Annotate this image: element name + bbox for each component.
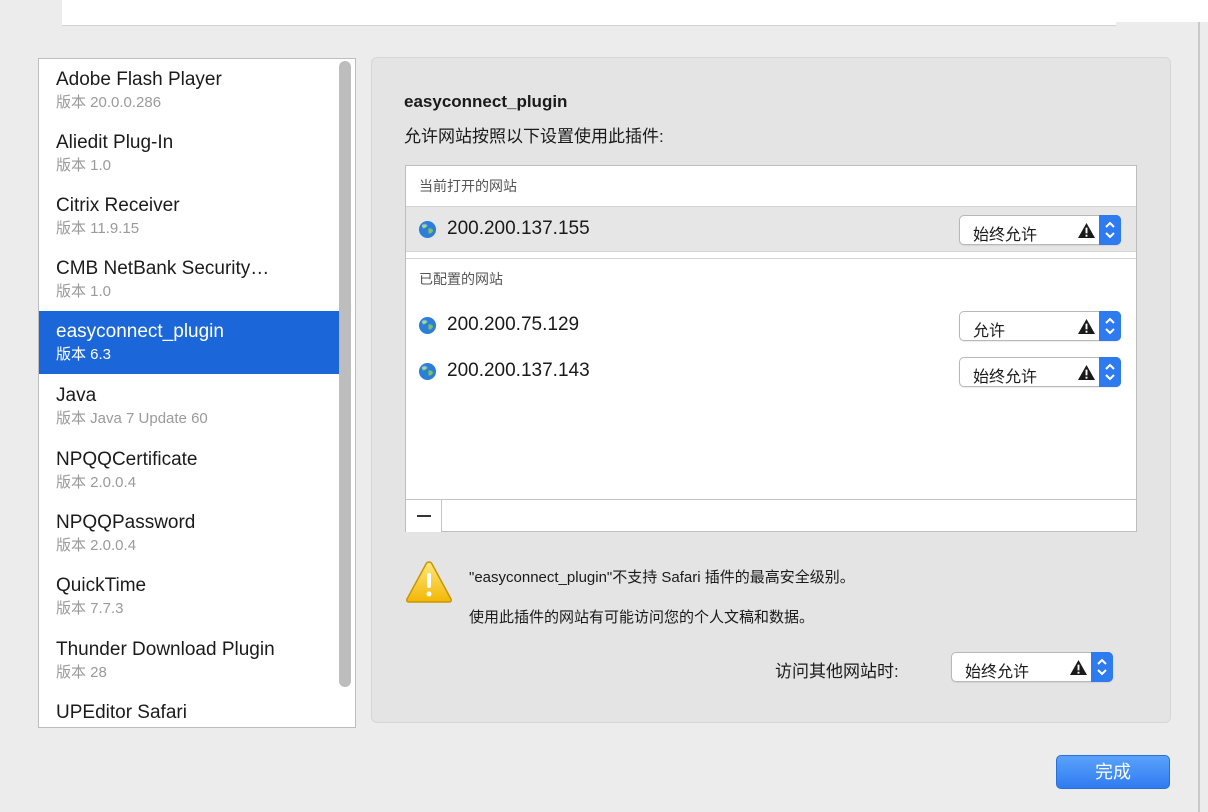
site-policy-select[interactable]: 允许 (959, 311, 1121, 341)
remove-site-button[interactable] (406, 500, 442, 532)
plugin-title: easyconnect_plugin (404, 92, 568, 111)
policy-value: 允许 (973, 323, 1006, 340)
globe-icon (418, 220, 437, 239)
warning-text-secondary: 使用此插件的网站有可能访问您的个人文稿和数据。 (469, 609, 815, 626)
plugin-item-easyconnect[interactable]: easyconnect_plugin 版本 6.3 (39, 311, 339, 374)
sites-table-footer (406, 499, 1136, 532)
plugin-item-citrix-receiver[interactable]: Citrix Receiver 版本 11.9.15 (39, 185, 339, 248)
plugin-version: 版本 Java 7 Update 60 (56, 410, 208, 427)
plugin-item-npqqpassword[interactable]: NPQQPassword 版本 2.0.0.4 (39, 502, 339, 565)
plugin-version: 版本 28 (56, 664, 107, 681)
warning-triangle-icon (1070, 659, 1087, 676)
plugin-version: 版本 1.0 (56, 157, 112, 174)
plugin-item-java[interactable]: Java 版本 Java 7 Update 60 (39, 375, 339, 438)
chevron-up-down-icon (1099, 311, 1121, 341)
site-policy-select[interactable]: 始终允许 (959, 357, 1121, 387)
warning-triangle-icon (1078, 318, 1095, 335)
chevron-up-down-icon (1099, 215, 1121, 245)
plugin-name: CMB NetBank Security… (56, 258, 270, 279)
policy-value: 始终允许 (973, 369, 1038, 386)
plugin-name: UPEditor Safari (56, 702, 187, 723)
plugin-version: 版本 6.3 (56, 346, 112, 363)
other-sites-policy-select[interactable]: 始终允许 (951, 652, 1113, 682)
warning-triangle-icon (1078, 364, 1095, 381)
plugin-version: 版本 2.0.0.4 (56, 537, 137, 554)
plugin-item-upeditor-safari[interactable]: UPEditor Safari (39, 692, 339, 727)
plugin-name: Citrix Receiver (56, 195, 180, 216)
policy-value: 始终允许 (965, 664, 1030, 681)
site-url: 200.200.137.155 (447, 218, 590, 239)
open-sites-header: 当前打开的网站 (419, 178, 517, 194)
plugin-item-cmb-netbank[interactable]: CMB NetBank Security… 版本 1.0 (39, 248, 339, 311)
plugin-list[interactable]: Adobe Flash Player 版本 20.0.0.286 Aliedit… (38, 58, 356, 728)
plugin-name: NPQQPassword (56, 512, 196, 533)
plugin-name: Thunder Download Plugin (56, 639, 275, 660)
minus-icon (417, 515, 431, 517)
globe-icon (418, 362, 437, 381)
chevron-up-down-icon (1099, 357, 1121, 387)
plugin-name: Adobe Flash Player (56, 69, 222, 90)
site-url: 200.200.75.129 (447, 314, 580, 335)
plugin-item-thunder-download[interactable]: Thunder Download Plugin 版本 28 (39, 629, 339, 692)
top-strip (62, 0, 1116, 26)
plugin-version: 版本 7.7.3 (56, 600, 124, 617)
globe-icon (418, 316, 437, 335)
site-row[interactable]: 200.200.137.155 始终允许 (406, 206, 1136, 252)
warning-triangle-icon (1078, 222, 1095, 239)
plugin-item-adobe-flash-player[interactable]: Adobe Flash Player 版本 20.0.0.286 (39, 59, 339, 122)
site-policy-select[interactable]: 始终允许 (959, 215, 1121, 245)
plugin-name: easyconnect_plugin (56, 321, 224, 342)
plugin-name: NPQQCertificate (56, 449, 198, 470)
site-row[interactable]: 200.200.75.129 允许 (406, 303, 1136, 349)
alert-triangle-icon (406, 561, 452, 603)
plugin-version: 版本 2.0.0.4 (56, 474, 137, 491)
plugin-item-aliedit[interactable]: Aliedit Plug-In 版本 1.0 (39, 122, 339, 185)
plugin-item-npqqcertificate[interactable]: NPQQCertificate 版本 2.0.0.4 (39, 439, 339, 502)
plugin-version: 版本 1.0 (56, 283, 112, 300)
site-row[interactable]: 200.200.137.143 始终允许 (406, 349, 1136, 395)
warning-text-primary: "easyconnect_plugin"不支持 Safari 插件的最高安全级别… (469, 569, 855, 586)
sites-table: 当前打开的网站 200.200.137.155 始终允许 已配置的网站 200.… (405, 165, 1137, 532)
chevron-up-down-icon (1091, 652, 1113, 682)
plugin-name: Aliedit Plug-In (56, 132, 174, 153)
configured-sites-header: 已配置的网站 (406, 258, 1136, 292)
window-edge (1198, 22, 1200, 812)
other-sites-label: 访问其他网站时: (775, 662, 899, 681)
done-button[interactable]: 完成 (1056, 755, 1170, 789)
top-strip-right (1116, 0, 1208, 22)
plugin-item-quicktime[interactable]: QuickTime 版本 7.7.3 (39, 565, 339, 628)
plugin-description: 允许网站按照以下设置使用此插件: (404, 127, 664, 146)
plugin-name: QuickTime (56, 575, 147, 596)
plugin-name: Java (56, 385, 97, 406)
list-scrollbar[interactable] (339, 61, 351, 687)
policy-value: 始终允许 (973, 227, 1038, 244)
plugin-version: 版本 20.0.0.286 (56, 94, 162, 111)
site-url: 200.200.137.143 (447, 360, 590, 381)
plugin-version: 版本 11.9.15 (56, 220, 140, 237)
